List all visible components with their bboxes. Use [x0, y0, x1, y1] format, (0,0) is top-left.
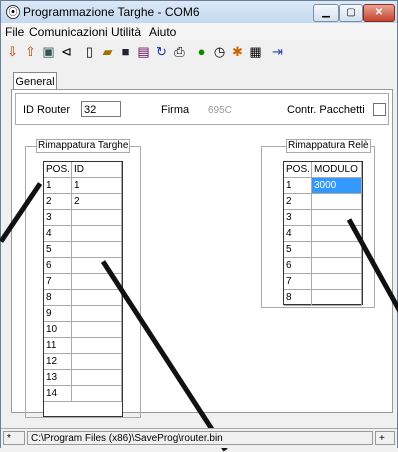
tools-icon[interactable]: ✱: [229, 43, 246, 60]
rele-legend: Rimappatura Relè: [286, 139, 371, 153]
targhe-row-value[interactable]: [72, 210, 122, 226]
rele-row-pos: 4: [284, 226, 312, 242]
targhe-legend: Rimappatura Targhe: [36, 139, 131, 153]
targhe-row-pos: 14: [44, 386, 72, 402]
new-file-icon[interactable]: ▯: [81, 43, 98, 60]
title-bar: ⦿ Programmazione Targhe - COM6 ▁ ▢ ✕: [1, 1, 397, 23]
targhe-row-value[interactable]: [72, 322, 122, 338]
app-window: ⦿ Programmazione Targhe - COM6 ▁ ▢ ✕ Fil…: [0, 0, 398, 452]
window-title: Programmazione Targhe - COM6: [23, 5, 200, 19]
targhe-row-pos: 8: [44, 290, 72, 306]
targhe-header-pos: POS.: [44, 162, 72, 178]
rele-grid[interactable]: POS. MODULO 1 3000 2 3 4 5 6 7 8: [283, 161, 363, 306]
device-icon[interactable]: ▣: [40, 43, 57, 60]
targhe-row-pos: 9: [44, 306, 72, 322]
minimize-button[interactable]: ▁: [313, 4, 339, 22]
targhe-row-value[interactable]: [72, 258, 122, 274]
open-folder-icon[interactable]: ▰: [99, 43, 116, 60]
targhe-row-value[interactable]: [72, 338, 122, 354]
menu-file[interactable]: File: [5, 25, 24, 39]
connect-icon[interactable]: ●: [193, 43, 210, 60]
targhe-row-value[interactable]: 1: [72, 178, 122, 194]
rele-header-value: MODULO: [312, 162, 362, 178]
targhe-row-value[interactable]: [72, 354, 122, 370]
exit-icon[interactable]: ⇥: [269, 43, 286, 60]
targhe-row-pos: 12: [44, 354, 72, 370]
back-icon[interactable]: ⊲: [58, 43, 75, 60]
status-modified: *: [3, 431, 25, 445]
app-icon: ⦿: [6, 5, 20, 19]
rele-row-value[interactable]: [312, 258, 362, 274]
rele-row-value[interactable]: 3000: [312, 178, 362, 194]
rele-header-pos: POS.: [284, 162, 312, 178]
clock-icon[interactable]: ◷: [211, 43, 228, 60]
status-bar: * C:\Program Files (x86)\SaveProg\router…: [1, 428, 397, 448]
rele-row-pos: 5: [284, 242, 312, 258]
targhe-row-pos: 11: [44, 338, 72, 354]
targhe-row-value[interactable]: [72, 226, 122, 242]
firma-label: Firma: [161, 104, 190, 116]
status-file-path: C:\Program Files (x86)\SaveProg\router.b…: [27, 431, 373, 445]
menu-comunicazioni[interactable]: Comunicazioni: [29, 25, 108, 39]
toolbar: ⇩ ⇧ ▣ ⊲ ▯ ▰ ■ ▤ ↻ ⎙ ● ◷ ✱ ▦ ⇥: [1, 41, 397, 65]
targhe-row-pos: 7: [44, 274, 72, 290]
rele-row-value[interactable]: [312, 290, 362, 306]
targhe-row-pos: 4: [44, 226, 72, 242]
rele-row-value[interactable]: [312, 242, 362, 258]
print-icon[interactable]: ⎙: [171, 43, 188, 60]
edit-icon[interactable]: ▤: [135, 43, 152, 60]
targhe-row-pos: 2: [44, 194, 72, 210]
targhe-row-pos: 10: [44, 322, 72, 338]
targhe-row-value[interactable]: [72, 370, 122, 386]
targhe-row-value[interactable]: [72, 306, 122, 322]
menu-bar: File Comunicazioni Utilità Aiuto: [1, 23, 397, 40]
targhe-grid[interactable]: POS. ID 1 1 2 2 3 4 5 6 7 8 9 10 11 12 13 14: [43, 161, 123, 417]
targhe-row-value[interactable]: [72, 290, 122, 306]
contr-pacchetti-checkbox[interactable]: [373, 103, 386, 116]
targhe-row-pos: 1: [44, 178, 72, 194]
id-router-input[interactable]: 32: [81, 101, 121, 117]
targhe-row-pos: 6: [44, 258, 72, 274]
maximize-button[interactable]: ▢: [339, 4, 363, 22]
firma-value: 695C: [208, 105, 232, 116]
targhe-row-pos: 3: [44, 210, 72, 226]
rele-row-value[interactable]: [312, 194, 362, 210]
settings-icon[interactable]: ▦: [247, 43, 264, 60]
targhe-row-value[interactable]: [72, 242, 122, 258]
menu-aiuto[interactable]: Aiuto: [149, 25, 176, 39]
targhe-header-value: ID: [72, 162, 122, 178]
rele-row-pos: 6: [284, 258, 312, 274]
rele-row-pos: 7: [284, 274, 312, 290]
status-plus: +: [375, 431, 395, 445]
rele-row-pos: 2: [284, 194, 312, 210]
targhe-row-pos: 5: [44, 242, 72, 258]
menu-utilita[interactable]: Utilità: [111, 25, 141, 39]
targhe-row-value[interactable]: [72, 386, 122, 402]
download-icon[interactable]: ⇧: [22, 43, 39, 60]
rele-row-pos: 3: [284, 210, 312, 226]
rele-row-value[interactable]: [312, 274, 362, 290]
refresh-icon[interactable]: ↻: [153, 43, 170, 60]
contr-pacchetti-label: Contr. Pacchetti: [287, 104, 365, 116]
id-router-label: ID Router: [23, 104, 71, 116]
rele-row-pos: 1: [284, 178, 312, 194]
upload-icon[interactable]: ⇩: [4, 43, 21, 60]
close-button[interactable]: ✕: [363, 4, 395, 22]
rele-row-pos: 8: [284, 290, 312, 306]
targhe-row-value[interactable]: 2: [72, 194, 122, 210]
targhe-row-pos: 13: [44, 370, 72, 386]
save-icon[interactable]: ■: [117, 43, 134, 60]
